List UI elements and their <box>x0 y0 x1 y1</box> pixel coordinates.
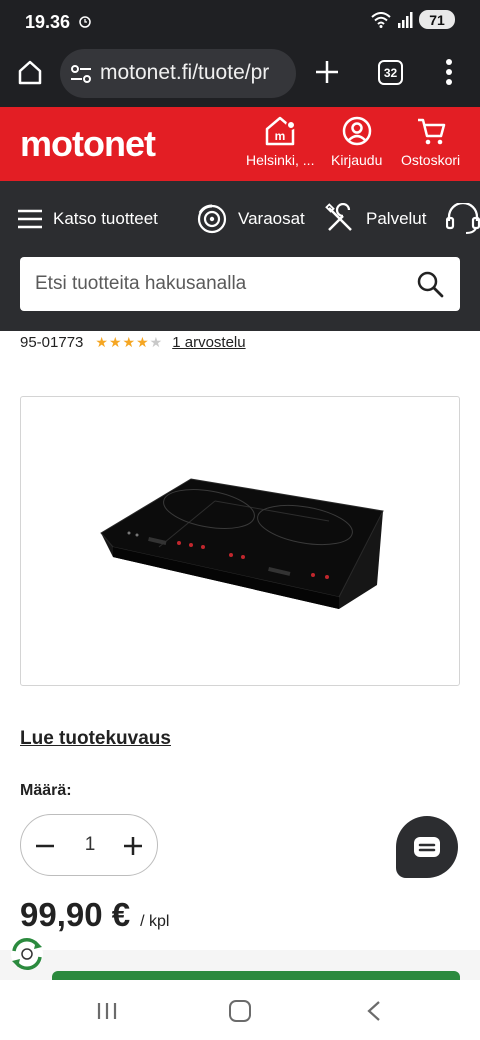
decrease-quantity-button[interactable] <box>33 834 57 858</box>
more-menu-icon[interactable] <box>444 58 454 86</box>
services-link[interactable]: Palvelut <box>324 201 426 237</box>
product-sku: 95-01773 <box>20 333 84 351</box>
product-image-frame[interactable] <box>20 396 460 686</box>
site-settings-icon[interactable] <box>70 64 92 84</box>
star-empty-icon: ★ <box>149 334 163 350</box>
product-description-link[interactable]: Lue tuotekuvaus <box>20 728 171 750</box>
star-filled-icon: ★ <box>108 334 122 350</box>
quantity-label: Määrä: <box>20 782 72 799</box>
user-icon <box>342 116 371 146</box>
url-text: motonet.fi/tuote/pr <box>100 61 270 84</box>
login-label: Kirjaudu <box>331 152 383 168</box>
rating-stars: ★ ★ ★ ★ ★ <box>95 335 162 349</box>
product-meta-row: 95-01773 ★ ★ ★ ★ ★ 1 arvostelu <box>20 331 246 353</box>
services-label: Palvelut <box>366 209 427 228</box>
recycle-badge-icon[interactable] <box>8 935 46 973</box>
login-button[interactable]: Kirjaudu <box>331 115 382 168</box>
category-nav: Katso tuotteet Varaosat Palvelut <box>0 181 480 331</box>
quantity-value[interactable]: 1 <box>71 834 109 856</box>
wifi-icon <box>371 11 391 28</box>
cart-label: Ostoskori <box>401 152 461 168</box>
address-bar[interactable]: motonet.fi/tuote/pr <box>60 49 296 98</box>
system-navigation-bar <box>0 980 480 1040</box>
motonet-logo[interactable]: motonet <box>20 123 156 165</box>
svg-text:m: m <box>275 129 286 143</box>
store-label: Helsinki, ... <box>246 152 315 168</box>
system-home-icon[interactable] <box>229 1000 251 1022</box>
signal-icon <box>398 11 413 28</box>
site-header: motonet m Helsinki, ... Kirjaudu Ostosko… <box>0 107 480 181</box>
quantity-stepper: 1 <box>20 814 158 876</box>
home-icon[interactable] <box>16 58 44 86</box>
new-tab-icon[interactable] <box>314 59 340 85</box>
status-bar: 19.36 71 <box>0 0 480 44</box>
spare-parts-link[interactable]: Varaosat <box>196 201 305 237</box>
recent-apps-icon[interactable] <box>96 1002 118 1020</box>
browse-products-label: Katso tuotteet <box>53 209 158 228</box>
search-input[interactable] <box>20 257 400 311</box>
spare-parts-label: Varaosat <box>238 209 305 228</box>
chat-icon <box>414 837 440 857</box>
cart-icon <box>417 118 445 145</box>
status-time: 19.36 <box>25 12 71 32</box>
customer-service-icon[interactable] <box>446 203 480 235</box>
battery-indicator: 71 <box>419 10 455 29</box>
tab-switcher-button[interactable]: 32 <box>378 60 403 85</box>
increase-quantity-button[interactable] <box>121 834 145 858</box>
chat-button[interactable] <box>396 816 458 878</box>
star-filled-icon: ★ <box>95 334 108 350</box>
hamburger-icon <box>18 209 42 229</box>
store-selector[interactable]: m Helsinki, ... <box>246 115 314 168</box>
cart-button[interactable]: Ostoskori <box>401 115 460 168</box>
price-row: 99,90 € / kpl <box>20 896 169 934</box>
tools-icon <box>325 203 352 231</box>
browser-toolbar: motonet.fi/tuote/pr 32 <box>0 44 480 107</box>
reviews-link[interactable]: 1 arvostelu <box>172 334 245 351</box>
star-filled-icon: ★ <box>136 334 149 350</box>
search-box <box>20 257 460 311</box>
induction-cooktop-image <box>100 478 384 609</box>
brake-disc-icon <box>197 204 227 234</box>
product-price: 99,90 € <box>20 896 131 933</box>
search-icon[interactable] <box>416 270 444 298</box>
star-filled-icon: ★ <box>122 334 136 350</box>
back-icon[interactable] <box>366 1000 382 1022</box>
alarm-icon <box>79 16 91 28</box>
browse-products-button[interactable]: Katso tuotteet <box>17 201 158 237</box>
price-unit: / kpl <box>140 913 170 930</box>
